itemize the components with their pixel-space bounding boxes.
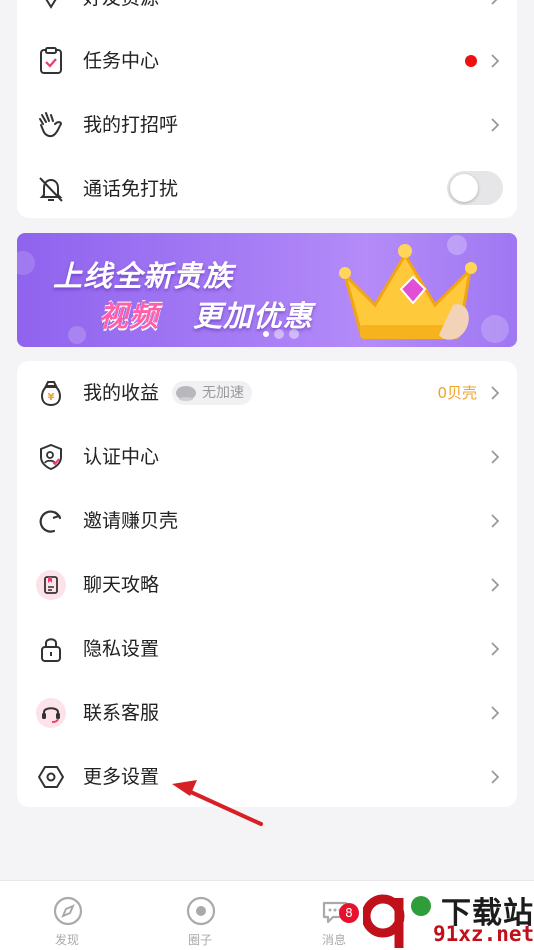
tab-label: 圈子: [187, 933, 212, 947]
tab-label: 发现: [54, 933, 79, 947]
annotation-arrow: [172, 780, 263, 826]
tab-discover[interactable]: 发现: [22, 881, 112, 950]
unread-badge: 8: [339, 903, 359, 923]
watermark-logo: [363, 894, 431, 948]
tab-circle[interactable]: 圈子: [155, 881, 245, 950]
compass-icon: [53, 896, 83, 926]
circle-dot-icon: [186, 896, 216, 926]
watermark-url: 91xz.net: [433, 922, 534, 946]
site-watermark: 下载站 91xz.net: [363, 888, 534, 950]
